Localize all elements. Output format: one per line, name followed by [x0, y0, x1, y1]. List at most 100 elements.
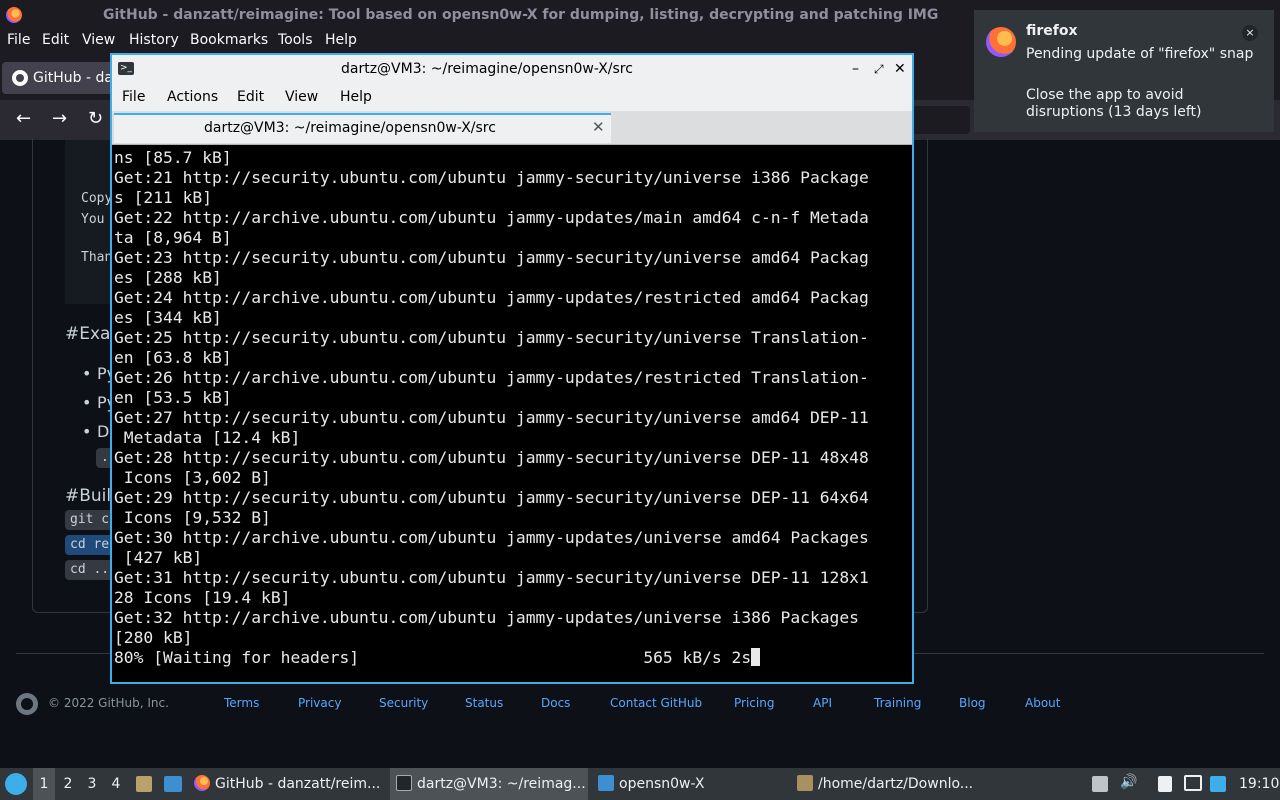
terminal-window-title: dartz@VM3: ~/reimagine/opensn0w-X/src: [341, 61, 633, 77]
terminal-cursor: [751, 648, 761, 666]
terminal-text: ns [85.7 kB] Get:21 http://security.ubun…: [114, 148, 910, 668]
build-command: git c: [65, 510, 114, 530]
notification-app-name: firefox: [1026, 23, 1078, 39]
terminal-menu-actions[interactable]: Actions: [167, 89, 218, 105]
footer-link-about[interactable]: About: [1025, 696, 1060, 710]
bullet-icon: •: [82, 364, 92, 383]
terminal-line: Get:32 http://archive.ubuntu.com/ubuntu …: [114, 608, 859, 627]
forward-icon[interactable]: →: [52, 108, 67, 129]
bullet-icon: •: [82, 393, 92, 412]
footer-link-privacy[interactable]: Privacy: [298, 696, 341, 710]
terminal-menu-view[interactable]: View: [285, 89, 318, 105]
footer-link-training[interactable]: Training: [874, 696, 921, 710]
firefox-logo-icon: [986, 27, 1016, 57]
back-icon[interactable]: ←: [16, 108, 31, 129]
terminal-line: es [288 kB]: [114, 268, 222, 287]
firefox-menu-help[interactable]: Help: [325, 32, 357, 48]
footer-link-status[interactable]: Status: [465, 696, 503, 710]
github-logo-icon[interactable]: [16, 693, 38, 715]
task-archive[interactable]: /home/dartz/Downlo...: [797, 768, 973, 800]
desktop-launcher-icon[interactable]: [164, 776, 182, 792]
firefox-menu-tools[interactable]: Tools: [278, 32, 313, 48]
workspace-2[interactable]: 2: [57, 768, 79, 800]
firefox-menu-bookmarks[interactable]: Bookmarks: [190, 32, 268, 48]
terminal-window[interactable]: >_ dartz@VM3: ~/reimagine/opensn0w-X/src…: [110, 53, 914, 684]
terminal-line: [427 kB]: [114, 548, 203, 567]
terminal-line: Get:26 http://archive.ubuntu.com/ubuntu …: [114, 368, 869, 387]
terminal-icon: [396, 775, 412, 791]
firefox-menu-view[interactable]: View: [82, 32, 115, 48]
footer-link-docs[interactable]: Docs: [541, 696, 570, 710]
workspace-4[interactable]: 4: [105, 768, 127, 800]
github-favicon-icon: [12, 70, 28, 86]
start-menu-icon[interactable]: [5, 773, 27, 795]
update-icon[interactable]: [1210, 776, 1226, 792]
terminal-line: Get:29 http://security.ubuntu.com/ubuntu…: [114, 488, 869, 507]
terminal-line: Metadata [12.4 kB]: [114, 428, 301, 447]
firefox-menu-history[interactable]: History: [129, 32, 179, 48]
firefox-tab-label: GitHub - dan: [33, 70, 122, 86]
terminal-menu-edit[interactable]: Edit: [237, 89, 264, 105]
terminal-tab-label: dartz@VM3: ~/reimagine/opensn0w-X/src: [204, 120, 496, 136]
terminal-line: Get:28 http://security.ubuntu.com/ubuntu…: [114, 448, 869, 467]
tab-close-icon[interactable]: ✕: [592, 118, 605, 136]
task-label: opensn0w-X: [619, 776, 705, 792]
terminal-line: s [211 kB]: [114, 188, 213, 207]
code-line: Copy: [81, 191, 113, 206]
terminal-line: Icons [9,532 B]: [114, 508, 271, 527]
terminal-line: Get:30 http://archive.ubuntu.com/ubuntu …: [114, 528, 869, 547]
notification-close-button[interactable]: ×: [1242, 25, 1258, 41]
terminal-line: Get:21 http://security.ubuntu.com/ubuntu…: [114, 168, 869, 187]
update-notification[interactable]: firefox × Pending update of "firefox" sn…: [974, 10, 1274, 132]
firefox-icon: [194, 775, 210, 791]
terminal-line: Get:22 http://archive.ubuntu.com/ubuntu …: [114, 208, 869, 227]
terminal-tabbar: dartz@VM3: ~/reimagine/opensn0w-X/src ✕: [112, 111, 912, 145]
clipboard-icon[interactable]: [1158, 776, 1172, 792]
terminal-line: en [53.5 kB]: [114, 388, 232, 407]
footer-link-terms[interactable]: Terms: [224, 696, 259, 710]
firefox-logo-icon: [6, 7, 22, 23]
folder-icon: [598, 775, 614, 791]
task-terminal[interactable]: dartz@VM3: ~/reimag...: [390, 768, 588, 800]
terminal-menu-help[interactable]: Help: [340, 89, 372, 105]
footer-link-api[interactable]: API: [813, 696, 832, 710]
network-icon[interactable]: [1184, 775, 1202, 791]
workspace-1[interactable]: 1: [33, 768, 55, 800]
task-label: /home/dartz/Downlo...: [818, 776, 974, 792]
terminal-line: Get:23 http://security.ubuntu.com/ubuntu…: [114, 248, 869, 267]
firefox-menu-file[interactable]: File: [7, 32, 30, 48]
taskbar: 1 2 3 4 GitHub - danzatt/reim... dartz@V…: [0, 768, 1280, 800]
maximize-icon[interactable]: ⤢: [874, 55, 884, 83]
terminal-line: Get:31 http://security.ubuntu.com/ubuntu…: [114, 568, 869, 587]
terminal-line: [280 kB]: [114, 628, 193, 647]
terminal-output[interactable]: ns [85.7 kB] Get:21 http://security.ubun…: [114, 148, 910, 681]
task-firefox[interactable]: GitHub - danzatt/reim...: [194, 768, 380, 800]
terminal-menubar: File Actions Edit View Help: [112, 83, 912, 111]
terminal-line: ta [8,964 B]: [114, 228, 232, 247]
terminal-line: es [344 kB]: [114, 308, 222, 327]
footer-link-contact[interactable]: Contact GitHub: [610, 696, 702, 710]
terminal-line: Get:25 http://security.ubuntu.com/ubuntu…: [114, 328, 869, 347]
terminal-tab[interactable]: dartz@VM3: ~/reimagine/opensn0w-X/src ✕: [114, 113, 611, 143]
volume-icon[interactable]: 🔊: [1120, 774, 1137, 790]
terminal-icon: >_: [118, 62, 134, 75]
terminal-line: Get:27 http://security.ubuntu.com/ubuntu…: [114, 408, 869, 427]
close-icon[interactable]: ✕: [894, 55, 906, 83]
build-command: cd ..: [65, 560, 114, 580]
firefox-window-title: GitHub - danzatt/reimagine: Tool based o…: [103, 7, 939, 23]
archive-icon: [797, 775, 813, 791]
task-folder[interactable]: opensn0w-X: [598, 768, 704, 800]
code-line: You: [81, 212, 105, 227]
file-manager-launcher-icon[interactable]: [136, 776, 152, 792]
terminal-menu-file[interactable]: File: [122, 89, 145, 105]
firefox-menu-edit[interactable]: Edit: [42, 32, 69, 48]
terminal-titlebar[interactable]: >_ dartz@VM3: ~/reimagine/opensn0w-X/src…: [112, 55, 912, 83]
reload-icon[interactable]: ↻: [88, 108, 103, 129]
eject-icon[interactable]: [1092, 776, 1108, 792]
footer-link-security[interactable]: Security: [379, 696, 428, 710]
clock[interactable]: 19:10: [1239, 768, 1279, 800]
workspace-3[interactable]: 3: [81, 768, 103, 800]
minimize-icon[interactable]: –: [852, 55, 859, 83]
footer-link-pricing[interactable]: Pricing: [734, 696, 774, 710]
footer-link-blog[interactable]: Blog: [959, 696, 986, 710]
